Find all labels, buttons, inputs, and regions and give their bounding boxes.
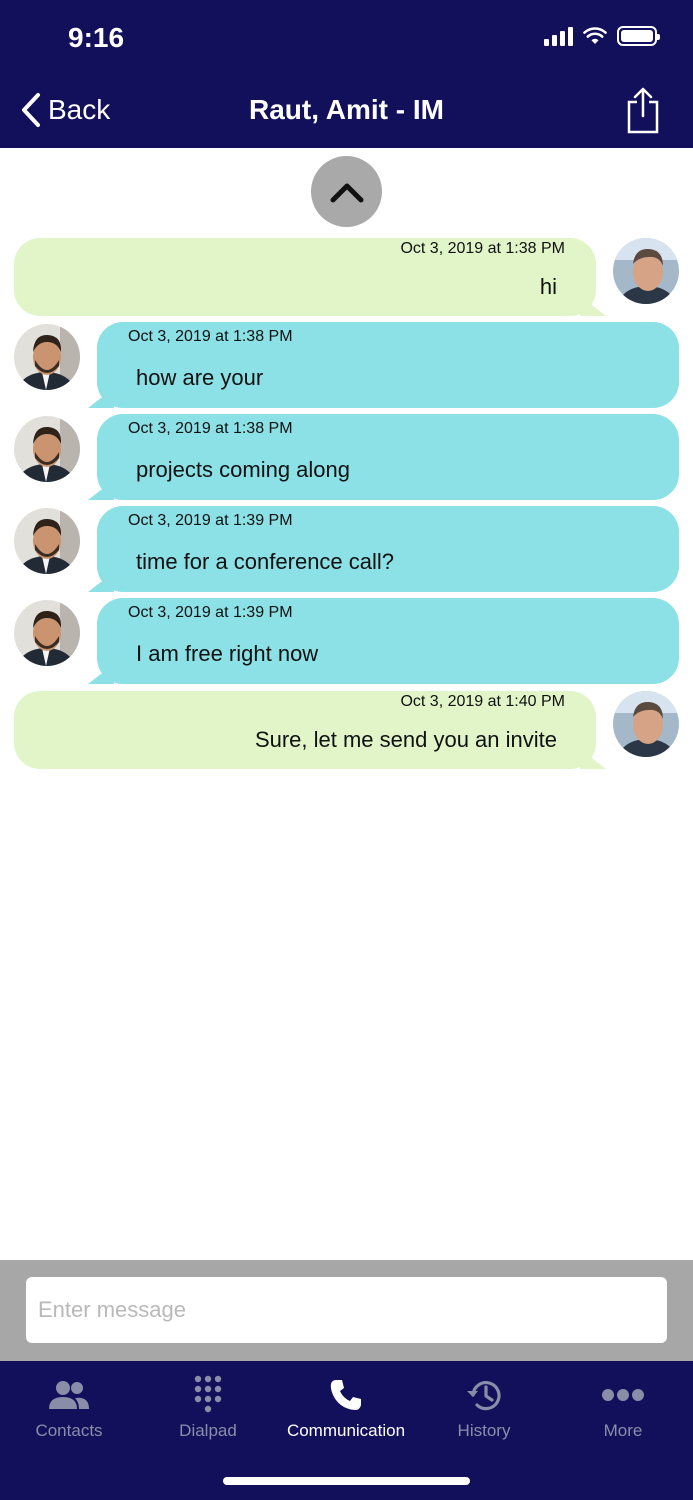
message-row: Oct 3, 2019 at 1:38 PM how are your	[0, 322, 693, 410]
message-text: how are your	[136, 365, 264, 390]
tab-label: Communication	[286, 1421, 406, 1440]
tab-contacts[interactable]: Contacts	[0, 1361, 138, 1461]
contacts-icon	[49, 1381, 89, 1409]
message-timestamp: Oct 3, 2019 at 1:38 PM	[128, 420, 293, 437]
message-text: I am free right now	[136, 641, 319, 666]
chevron-left-icon	[22, 93, 40, 127]
tab-communication[interactable]: Communication	[277, 1361, 415, 1461]
tab-more[interactable]: More	[554, 1361, 692, 1461]
message-row: Oct 3, 2019 at 1:39 PM I am free right n…	[0, 598, 693, 686]
more-icon	[602, 1389, 644, 1401]
message-text: time for a conference call?	[136, 549, 395, 574]
message-text: projects coming along	[136, 457, 351, 482]
chevron-up-icon	[330, 183, 363, 202]
tab-history[interactable]: History	[415, 1361, 553, 1461]
avatar-contact	[14, 324, 80, 390]
back-label: Back	[48, 94, 111, 125]
message-row: Oct 3, 2019 at 1:38 PM hi	[0, 238, 693, 318]
tab-dialpad[interactable]: Dialpad	[139, 1361, 277, 1461]
tab-label: Contacts	[35, 1421, 103, 1440]
avatar-contact	[14, 600, 80, 666]
message-bubble-incoming[interactable]: Oct 3, 2019 at 1:38 PM how are your	[97, 322, 679, 408]
cellular-signal-icon	[544, 26, 573, 46]
status-icons	[544, 26, 660, 46]
battery-icon	[617, 26, 660, 46]
avatar-contact	[14, 508, 80, 574]
header: 9:16 Back Raut, Amit - IM	[0, 0, 693, 148]
composer-bar	[0, 1260, 693, 1361]
scroll-up-button[interactable]	[311, 156, 382, 227]
avatar-self	[613, 238, 679, 304]
message-timestamp: Oct 3, 2019 at 1:38 PM	[400, 240, 565, 257]
dialpad-icon	[194, 1375, 222, 1413]
tab-label: More	[603, 1421, 643, 1440]
message-timestamp: Oct 3, 2019 at 1:40 PM	[400, 693, 565, 710]
message-bubble-incoming[interactable]: Oct 3, 2019 at 1:38 PM projects coming a…	[97, 414, 679, 500]
message-bubble-incoming[interactable]: Oct 3, 2019 at 1:39 PM I am free right n…	[97, 598, 679, 684]
share-button[interactable]	[625, 86, 661, 139]
message-input[interactable]	[26, 1277, 667, 1343]
tab-label: History	[457, 1421, 511, 1440]
message-timestamp: Oct 3, 2019 at 1:38 PM	[128, 328, 293, 345]
message-row: Oct 3, 2019 at 1:39 PM time for a confer…	[0, 506, 693, 594]
history-icon	[467, 1381, 501, 1411]
wifi-icon	[583, 27, 607, 44]
phone-icon	[330, 1380, 361, 1410]
status-time: 9:16	[68, 22, 125, 53]
message-bubble-outgoing[interactable]: Oct 3, 2019 at 1:40 PM Sure, let me send…	[14, 691, 596, 769]
message-row: Oct 3, 2019 at 1:38 PM projects coming a…	[0, 414, 693, 502]
avatar-self	[613, 691, 679, 757]
message-text: Sure, let me send you an invite	[254, 727, 557, 752]
message-text: hi	[539, 274, 557, 299]
home-indicator	[223, 1477, 470, 1485]
avatar-contact	[14, 416, 80, 482]
message-bubble-incoming[interactable]: Oct 3, 2019 at 1:39 PM time for a confer…	[97, 506, 679, 592]
message-timestamp: Oct 3, 2019 at 1:39 PM	[128, 512, 293, 529]
message-bubble-outgoing[interactable]: Oct 3, 2019 at 1:38 PM hi	[14, 238, 596, 316]
message-row: Oct 3, 2019 at 1:40 PM Sure, let me send…	[0, 691, 693, 771]
message-timestamp: Oct 3, 2019 at 1:39 PM	[128, 604, 293, 621]
tab-label: Dialpad	[179, 1421, 237, 1440]
share-icon	[627, 87, 659, 134]
back-button[interactable]: Back	[20, 92, 110, 128]
